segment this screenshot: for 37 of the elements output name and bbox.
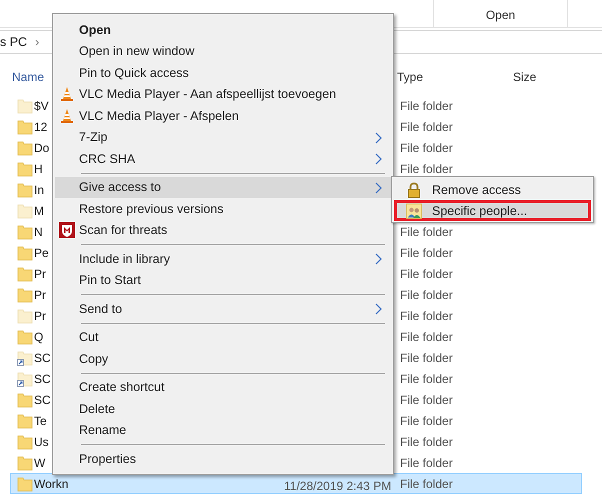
file-type: File folder (400, 392, 454, 406)
file-name: SC (33, 392, 51, 406)
file-type: File folder (400, 372, 454, 386)
file-type: File folder (400, 162, 454, 176)
file-name: Pr (33, 266, 46, 280)
file-type: File folder (400, 476, 454, 490)
file-type: File folder (400, 350, 454, 364)
file-name: Workn (33, 476, 68, 490)
file-name: N (33, 224, 43, 238)
file-type: File folder (400, 308, 454, 322)
file-name: Pr (33, 288, 46, 302)
file-type: File folder (400, 288, 454, 302)
file-name: Do (33, 140, 50, 154)
file-type: File folder (400, 120, 454, 134)
file-type: File folder (400, 330, 454, 344)
file-type: File folder (400, 246, 454, 260)
file-name: Te (33, 414, 47, 428)
file-name: W (33, 456, 46, 470)
file-type: File folder (400, 434, 454, 448)
file-type: File folder (400, 98, 454, 112)
file-type: File folder (400, 266, 454, 280)
file-name: 12 (33, 120, 48, 134)
file-name: Pe (33, 246, 49, 260)
file-type: File folder (400, 414, 454, 428)
file-type: File folder (400, 456, 454, 470)
file-type: File folder (400, 140, 454, 154)
file-name: $V (33, 98, 49, 112)
file-date: 11/28/2019 2:43 PM (284, 479, 392, 493)
file-name: In (33, 182, 44, 196)
file-type: File folder (400, 224, 454, 238)
file-name: Pr (33, 308, 46, 322)
file-name: Q (33, 330, 44, 344)
file-name: M (33, 204, 44, 218)
file-name: Us (33, 434, 49, 448)
file-name: H (33, 162, 43, 176)
file-name: SC (33, 372, 51, 386)
file-name: SC (33, 350, 51, 364)
